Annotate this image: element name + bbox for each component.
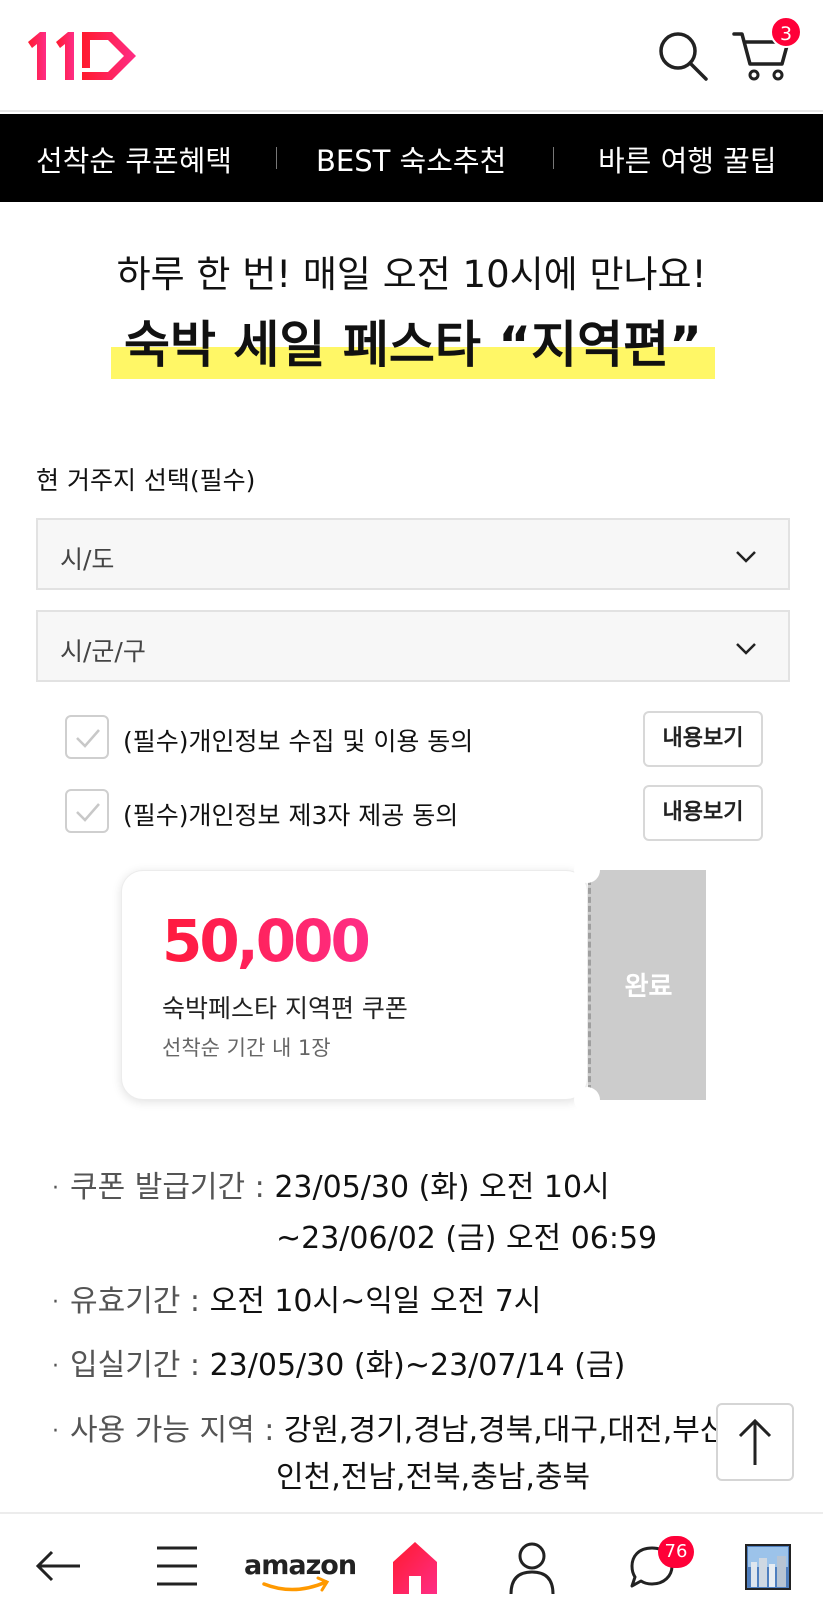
eleven-street-logo[interactable] (26, 30, 141, 82)
chat-count-badge: 76 (658, 1536, 694, 1568)
valid-period-row: · 유효기간 : 오전 10시~익일 오전 7시 (52, 1276, 541, 1320)
promo-title-block: 숙박 세일 페스타 “지역편” (111, 305, 715, 379)
bullet: · (52, 1354, 59, 1379)
view-third-party-button[interactable]: 내용보기 (643, 785, 763, 841)
region-continued: 인천,전남,전북,충남,충북 (276, 1460, 591, 1495)
region-key: 사용 가능 지역 : (70, 1413, 284, 1448)
third-party-label: (필수)개인정보 제3자 제공 동의 (123, 801, 459, 830)
bottom-navigation-bar: amazon (0, 1512, 823, 1619)
privacy-collection-label: (필수)개인정보 수집 및 이용 동의 (123, 727, 474, 756)
checkin-period-key: 입실기간 : (70, 1348, 210, 1383)
residence-section-label: 현 거주지 선택(필수) (36, 466, 256, 495)
checkin-period-row: · 입실기간 : 23/05/30 (화)~23/07/14 (금) (52, 1340, 625, 1384)
bullet: · (52, 1290, 59, 1315)
view-privacy-collection-button[interactable]: 내용보기 (643, 711, 763, 767)
check-icon (76, 803, 100, 822)
app-header: 3 (0, 0, 823, 112)
recent-view-thumbnail[interactable] (745, 1536, 791, 1596)
issue-period-value: 23/05/30 (화) 오전 10시 (274, 1170, 610, 1205)
chevron-down-icon (736, 551, 756, 563)
valid-period-value: 오전 10시~익일 오전 7시 (209, 1284, 542, 1319)
region-row: · 사용 가능 지역 : 강원,경기,경남,경북,대구,대전,부산, (52, 1405, 737, 1449)
coupon-name: 숙박페스타 지역편 쿠폰 (162, 994, 408, 1023)
tab-divider (276, 147, 277, 169)
agreement-row-third-party: (필수)개인정보 제3자 제공 동의 내용보기 (65, 785, 765, 841)
cart-count-badge: 3 (770, 16, 802, 48)
province-select-value: 시/도 (60, 545, 115, 574)
issue-period-key: 쿠폰 발급기간 : (70, 1170, 275, 1205)
amazon-smile-icon (262, 1576, 330, 1592)
coupon-note: 선착순 기간 내 1장 (162, 1036, 331, 1060)
home-icon[interactable] (391, 1536, 439, 1596)
province-select[interactable]: 시/도 (36, 518, 790, 590)
check-icon (76, 729, 100, 748)
issue-period-continued: ~23/06/02 (금) 오전 06:59 (276, 1221, 658, 1256)
menu-icon[interactable] (155, 1536, 199, 1596)
promo-title: 숙박 세일 페스타 “지역편” (124, 316, 702, 374)
arrow-up-icon (738, 1418, 772, 1465)
bullet: · (52, 1419, 59, 1444)
amazon-shortcut[interactable]: amazon (244, 1536, 357, 1596)
scroll-to-top-button[interactable] (716, 1403, 794, 1481)
bullet: · (52, 1176, 59, 1201)
third-party-checkbox[interactable] (65, 789, 109, 833)
checkin-period-value: 23/05/30 (화)~23/07/14 (금) (209, 1348, 626, 1383)
district-select[interactable]: 시/군/구 (36, 610, 790, 682)
region-value: 강원,경기,경남,경북,대구,대전,부산, (283, 1413, 738, 1448)
promo-subtitle: 하루 한 번! 매일 오전 10시에 만나요! (116, 253, 707, 296)
coupon-card: 50,000 숙박페스타 지역편 쿠폰 선착순 기간 내 1장 (121, 870, 588, 1100)
promo-tab-bar: 선착순 쿠폰혜택 BEST 숙소추천 바른 여행 꿀팁 (0, 114, 823, 202)
tab-divider (553, 147, 554, 169)
privacy-collection-checkbox[interactable] (65, 715, 109, 759)
tab-travel-tips[interactable]: 바른 여행 꿀팁 (598, 138, 777, 180)
search-icon[interactable] (657, 30, 709, 82)
chevron-down-icon (736, 643, 756, 655)
coupon-notch-bottom (574, 1087, 600, 1113)
coupon-status-label: 완료 (624, 972, 673, 1002)
tab-best-stay[interactable]: BEST 숙소추천 (316, 138, 506, 180)
tab-first-come-coupon[interactable]: 선착순 쿠폰혜택 (36, 138, 232, 180)
coupon-download-button[interactable]: 완료 (588, 870, 706, 1100)
coupon-notch-top (574, 857, 600, 883)
back-arrow-icon[interactable] (34, 1536, 84, 1596)
profile-icon[interactable] (508, 1536, 556, 1596)
district-select-value: 시/군/구 (60, 637, 146, 666)
valid-period-key: 유효기간 : (70, 1284, 210, 1319)
issue-period-row: · 쿠폰 발급기간 : 23/05/30 (화) 오전 10시 (52, 1162, 610, 1206)
agreement-row-privacy-collection: (필수)개인정보 수집 및 이용 동의 내용보기 (65, 711, 765, 767)
coupon-amount: 50,000 (162, 907, 371, 975)
